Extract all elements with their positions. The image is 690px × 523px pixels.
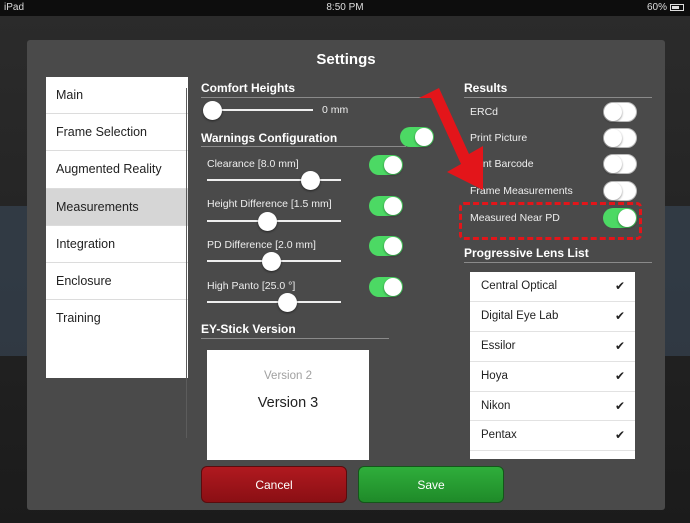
toggle-knob (384, 197, 402, 215)
frame-measurements-toggle[interactable] (603, 181, 637, 201)
checkmark-icon: ✔ (614, 279, 625, 293)
high-panto-slider[interactable] (207, 293, 341, 312)
menu-item-frame-selection[interactable]: Frame Selection (46, 114, 188, 152)
comfort-heights-title: Comfort Heights (201, 81, 295, 95)
toggle-knob (604, 155, 622, 173)
ey-stick-version-picker[interactable]: Version 2 Version 3 (207, 350, 369, 460)
lens-list-divider (464, 262, 652, 263)
toggle-knob (604, 103, 622, 121)
slider-track (207, 179, 341, 181)
status-bar: iPad 8:50 PM 60% (0, 0, 690, 16)
cancel-button[interactable]: Cancel (201, 466, 347, 503)
lens-name: Nikon (481, 399, 511, 412)
height-difference-slider[interactable] (207, 212, 341, 231)
menu-item-enclosure[interactable]: Enclosure (46, 263, 188, 301)
checkmark-icon: ✔ (614, 308, 625, 323)
list-item-nikon[interactable]: Nikon ✔ (470, 392, 635, 422)
annotation-arrow-icon (419, 88, 483, 190)
menu-item-augmented-reality[interactable]: Augmented Reality (46, 151, 188, 189)
pd-difference-label: PD Difference [2.0 mm] (207, 239, 316, 251)
lens-name: Digital Eye Lab (481, 309, 559, 322)
height-difference-label: Height Difference [1.5 mm] (207, 198, 332, 210)
toggle-knob (384, 278, 402, 296)
slider-thumb[interactable] (258, 212, 277, 231)
comfort-heights-divider (201, 97, 421, 98)
slider-thumb[interactable] (262, 252, 281, 271)
save-button[interactable]: Save (358, 466, 504, 503)
slider-thumb[interactable] (301, 171, 320, 190)
warnings-divider (201, 146, 406, 147)
results-divider (464, 97, 652, 98)
clearance-slider[interactable] (207, 171, 341, 190)
ey-stick-title: EY-Stick Version (201, 322, 296, 336)
lens-name: Pentax (481, 429, 517, 442)
settings-menu: Main Frame Selection Augmented Reality M… (46, 77, 188, 378)
menu-item-integration[interactable]: Integration (46, 226, 188, 263)
lens-list-title: Progressive Lens List (464, 246, 589, 260)
print-picture-toggle[interactable] (603, 128, 637, 148)
lens-name: Essilor (481, 339, 516, 352)
battery-percent: 60% (646, 2, 667, 13)
high-panto-label: High Panto [25.0 °] (207, 280, 296, 292)
pd-difference-slider[interactable] (207, 252, 341, 271)
menu-item-main[interactable]: Main (46, 77, 188, 115)
progressive-lens-list: Central Optical ✔ Digital Eye Lab ✔ Essilo… (470, 272, 635, 459)
list-item-digital-eye-lab[interactable]: Digital Eye Lab ✔ (470, 302, 635, 332)
modal-title: Settings (316, 51, 376, 68)
clearance-label: Clearance [8.0 mm] (207, 158, 299, 170)
warnings-title: Warnings Configuration (201, 131, 338, 145)
list-item-hoya[interactable]: Hoya ✔ (470, 362, 635, 392)
background-tile-left (0, 206, 30, 356)
comfort-heights-slider[interactable] (203, 101, 313, 120)
list-item-essilor[interactable]: Essilor ✔ (470, 332, 635, 362)
annotation-highlight-box (459, 202, 642, 240)
status-time: 8:50 PM (326, 2, 364, 13)
battery-status: 60% (647, 2, 684, 13)
height-difference-toggle[interactable] (369, 196, 403, 216)
toggle-knob (384, 156, 402, 174)
checkmark-icon: ✔ (614, 398, 625, 413)
menu-item-training[interactable]: Training (46, 300, 188, 337)
menu-item-measurements[interactable]: Measurements (46, 188, 188, 226)
toggle-knob (604, 182, 622, 200)
checkmark-icon: ✔ (614, 368, 625, 383)
pd-difference-toggle[interactable] (369, 236, 403, 256)
toggle-knob (384, 237, 402, 255)
toggle-knob (604, 129, 622, 147)
lens-name: Central Optical (481, 280, 558, 292)
checkmark-icon: ✔ (614, 428, 625, 443)
ey-stick-divider (201, 338, 389, 339)
slider-thumb[interactable] (203, 101, 222, 120)
column-divider (186, 88, 187, 438)
clearance-toggle[interactable] (369, 155, 403, 175)
settings-modal: Settings Main Frame Selection Augmented … (27, 40, 665, 510)
list-item-central-optical[interactable]: Central Optical ✔ (470, 272, 635, 302)
list-item-pentax[interactable]: Pentax ✔ (470, 421, 635, 452)
print-barcode-toggle[interactable] (603, 154, 637, 174)
slider-thumb[interactable] (278, 293, 297, 312)
comfort-heights-value: 0 mm (322, 104, 349, 116)
checkmark-icon: ✔ (614, 338, 625, 353)
picker-option-version-3[interactable]: Version 3 (207, 395, 369, 411)
ercd-toggle[interactable] (603, 102, 637, 122)
picker-option-version-2[interactable]: Version 2 (207, 370, 369, 382)
slider-track (207, 301, 341, 303)
high-panto-toggle[interactable] (369, 277, 403, 297)
battery-icon (670, 4, 684, 11)
lens-name: Hoya (481, 369, 508, 382)
